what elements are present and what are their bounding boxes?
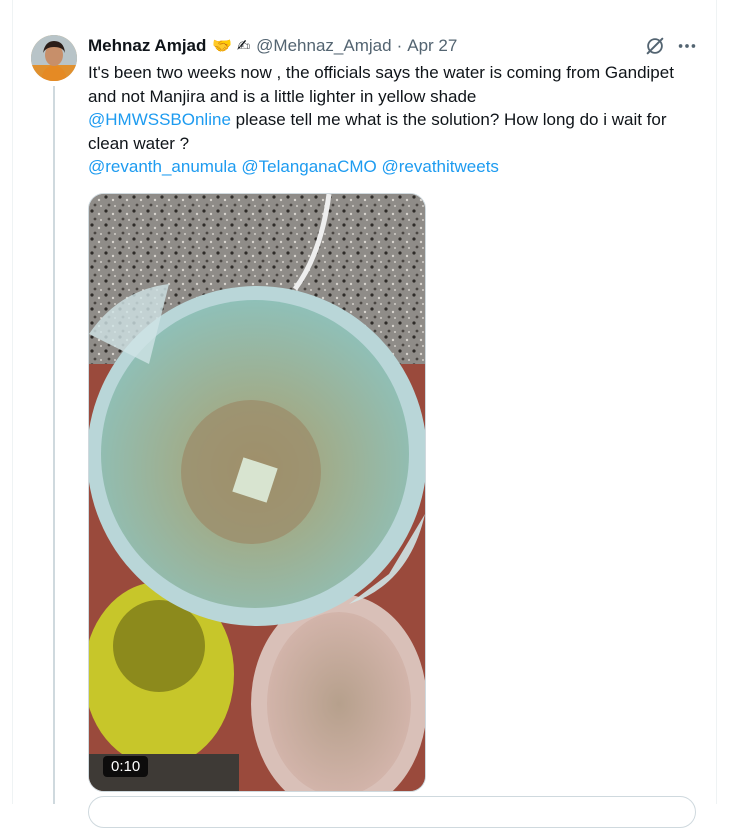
author-emojis: 🤝 ✍ [212, 38, 251, 55]
separator-dot: · [396, 36, 403, 55]
mentions-line: @revanth_anumula @TelanganaCMO @revathit… [88, 155, 700, 179]
thread-connector-line [53, 86, 55, 804]
avatar-image [31, 35, 77, 81]
tweet-body-text: It's been two weeks now , the officials … [88, 63, 674, 106]
tweet-text: It's been two weeks now , the officials … [88, 61, 700, 179]
video-duration: 0:10 [103, 756, 149, 777]
timeline-right-border [716, 0, 717, 804]
tweet-body: It's been two weeks now , the officials … [88, 61, 700, 155]
tweet-header: Mehnaz Amjad 🤝 ✍ @Mehnaz_Amjad · Apr 27 [88, 35, 457, 57]
video-player[interactable]: 0:10 [88, 193, 426, 792]
avatar[interactable] [31, 35, 77, 81]
grok-icon[interactable] [644, 35, 666, 57]
mention-revanth[interactable]: @revanth_anumula [88, 157, 237, 176]
tweet-date[interactable]: Apr 27 [407, 36, 457, 56]
next-card-edge [88, 796, 696, 828]
author-handle[interactable]: @Mehnaz_Amjad [256, 36, 391, 56]
timeline-left-border [12, 0, 13, 804]
mention-hmwssb[interactable]: @HMWSSBOnline [88, 110, 231, 129]
mention-revathi[interactable]: @revathitweets [382, 157, 499, 176]
author-name[interactable]: Mehnaz Amjad [88, 36, 206, 56]
video-thumbnail [89, 194, 425, 791]
mention-telanganacmo[interactable]: @TelanganaCMO [241, 157, 376, 176]
more-options-icon[interactable] [676, 35, 698, 57]
